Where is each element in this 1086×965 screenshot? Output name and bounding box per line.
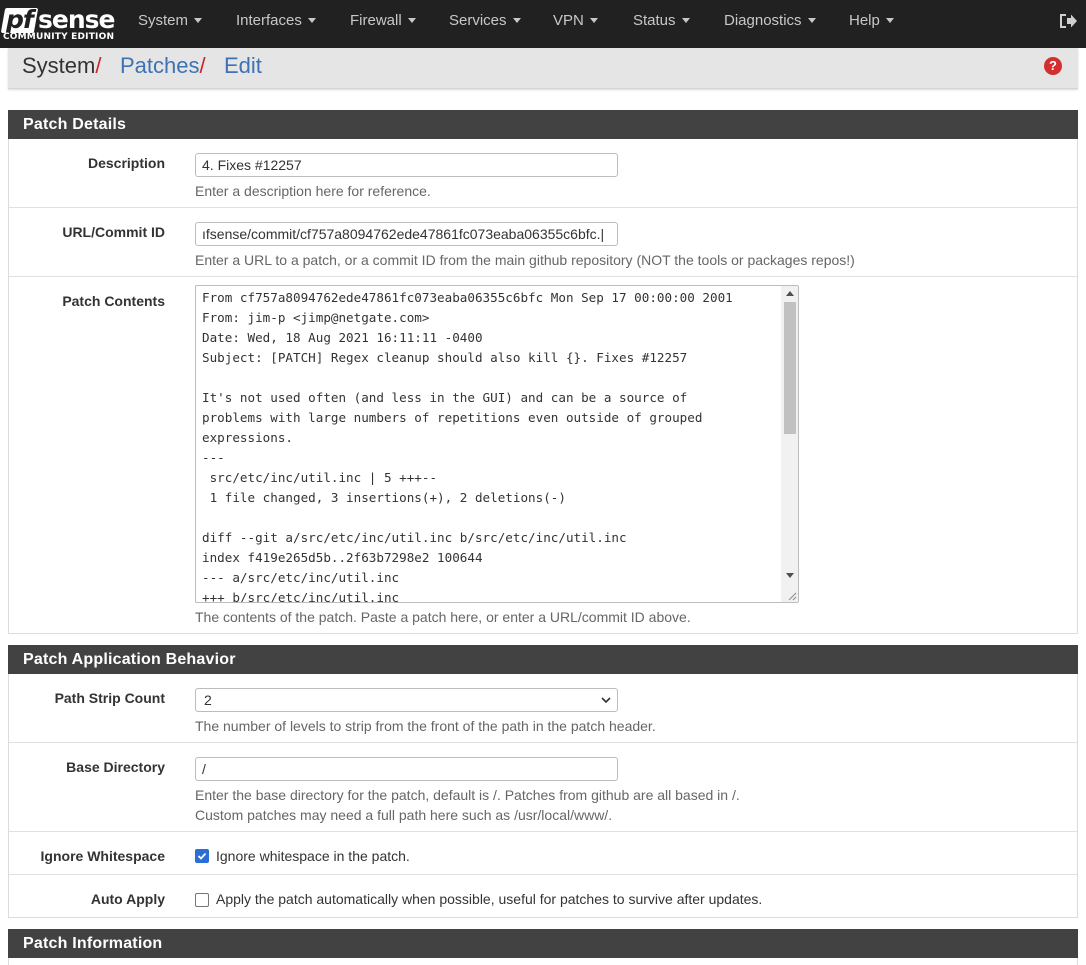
panel-title-patch-details: Patch Details [8, 110, 1078, 139]
patch-line: --- a/src/etc/inc/util.inc [202, 570, 400, 585]
breadcrumb-patches[interactable]: Patches/ [120, 52, 206, 80]
logo-sense-text: sense [38, 5, 115, 34]
patch-line: +++ b/src/etc/inc/util.inc [202, 590, 400, 603]
patch-line [202, 368, 733, 388]
strip-count-hint: The number of levels to strip from the f… [195, 718, 656, 734]
auto-apply-label: Auto Apply [90, 891, 165, 907]
nav-firewall[interactable]: Firewall [350, 0, 416, 48]
strip-count-select[interactable]: 2 [195, 688, 618, 712]
logo-pf-text: pf [6, 5, 34, 34]
base-directory-input[interactable]: / [195, 757, 618, 781]
question-circle-icon[interactable]: ? [1044, 57, 1062, 75]
ignore-whitespace-row: Ignore Whitespace Ignore whitespace in t… [9, 831, 1077, 875]
breadcrumb: System/ Patches/ Edit ? [8, 48, 1078, 89]
url-row: URL/Commit ID ıfsense/commit/cf757a80947… [9, 207, 1077, 277]
panel-patch-information [8, 958, 1078, 965]
caret-down-icon [681, 18, 690, 23]
patch-line: From cf757a8094762ede47861fc073eaba06355… [202, 290, 733, 305]
panel-title-patch-behavior: Patch Application Behavior [8, 645, 1078, 674]
caret-down-icon [589, 18, 598, 23]
nav-firewall-label: Firewall [350, 12, 402, 29]
description-row: Description 4. Fixes #12257 Enter a desc… [9, 139, 1077, 208]
url-commit-input[interactable]: ıfsense/commit/cf757a8094762ede47861fc07… [195, 222, 618, 246]
scrollbar-thumb[interactable] [784, 302, 796, 434]
patch-line: It's not used often (and less in the GUI… [202, 390, 688, 405]
nav-interfaces-label: Interfaces [236, 12, 302, 29]
patch-line: src/etc/inc/util.inc | 5 +++-- [202, 470, 438, 485]
nav-vpn[interactable]: VPN [553, 0, 598, 48]
patch-line: 1 file changed, 3 insertions(+), 2 delet… [202, 490, 566, 505]
breadcrumb-separator: / [199, 53, 206, 78]
nav-services-label: Services [449, 12, 507, 29]
logo-edition-text: COMMUNITY EDITION [3, 32, 115, 42]
patch-contents-textarea[interactable]: From cf757a8094762ede47861fc073eaba06355… [195, 285, 799, 603]
url-hint: Enter a URL to a patch, or a commit ID f… [195, 252, 855, 268]
top-navbar: pf sense COMMUNITY EDITION System Interf… [0, 0, 1086, 48]
nav-system-label: System [138, 12, 189, 29]
ignore-whitespace-checkbox[interactable] [195, 849, 209, 863]
nav-system[interactable]: System [138, 0, 203, 48]
patch-line: diff --git a/src/etc/inc/util.inc b/src/… [202, 530, 627, 545]
auto-apply-text[interactable]: Apply the patch automatically when possi… [216, 890, 762, 908]
patch-line: problems with large numbers of repetitio… [202, 410, 703, 425]
nav-diagnostics[interactable]: Diagnostics [724, 0, 816, 48]
panel-patch-details: Description 4. Fixes #12257 Enter a desc… [8, 139, 1078, 634]
nav-vpn-label: VPN [553, 12, 584, 29]
caret-down-icon [194, 18, 203, 23]
strip-count-label: Path Strip Count [54, 690, 165, 706]
breadcrumb-system[interactable]: System/ [22, 52, 101, 80]
breadcrumb-patches-label: Patches [120, 53, 200, 78]
patch-contents-row: Patch Contents From cf757a8094762ede4786… [9, 276, 1077, 633]
url-label: URL/Commit ID [62, 224, 165, 240]
caret-down-icon [885, 18, 894, 23]
breadcrumb-system-label: System [22, 53, 96, 78]
strip-count-row: Path Strip Count 2 The number of levels … [9, 674, 1077, 743]
base-directory-hint-2: Custom patches may need a full path here… [195, 807, 613, 823]
caret-down-icon [307, 18, 316, 23]
nav-services[interactable]: Services [449, 0, 521, 48]
panel-patch-behavior: Path Strip Count 2 The number of levels … [8, 674, 1078, 918]
description-label: Description [87, 155, 165, 171]
textarea-scrollbar[interactable] [781, 286, 798, 602]
scroll-down-arrow-icon[interactable] [786, 573, 794, 578]
auto-apply-row: Auto Apply Apply the patch automatically… [9, 874, 1077, 917]
caret-down-icon [807, 18, 816, 23]
breadcrumb-separator: / [95, 53, 102, 78]
ignore-whitespace-text[interactable]: Ignore whitespace in the patch. [216, 847, 410, 865]
caret-down-icon [512, 18, 521, 23]
nav-help-label: Help [849, 12, 880, 29]
description-hint: Enter a description here for reference. [195, 183, 431, 199]
base-directory-label: Base Directory [66, 759, 165, 775]
base-directory-hint: Enter the base directory for the patch, … [195, 787, 740, 803]
nav-help[interactable]: Help [849, 0, 894, 48]
nav-interfaces[interactable]: Interfaces [236, 0, 316, 48]
nav-diagnostics-label: Diagnostics [724, 12, 802, 29]
patch-line: expressions. [202, 430, 293, 445]
nav-status[interactable]: Status [633, 0, 690, 48]
base-directory-row: Base Directory / Enter the base director… [9, 742, 1077, 832]
strip-count-value: 2 [204, 692, 212, 708]
sign-out-icon[interactable] [1058, 12, 1078, 30]
patch-contents-text: From cf757a8094762ede47861fc073eaba06355… [202, 288, 733, 603]
patch-contents-hint: The contents of the patch. Paste a patch… [195, 609, 691, 625]
pfsense-logo[interactable]: pf sense COMMUNITY EDITION [0, 5, 115, 45]
checkmark-icon [197, 852, 207, 860]
patch-line: Date: Wed, 18 Aug 2021 16:11:11 -0400 [202, 330, 483, 345]
patch-line: Subject: [PATCH] Regex cleanup should al… [202, 350, 688, 365]
patch-contents-label: Patch Contents [62, 293, 165, 309]
chevron-down-icon [601, 697, 611, 704]
scroll-up-arrow-icon[interactable] [786, 291, 794, 296]
auto-apply-checkbox[interactable] [195, 893, 209, 907]
patch-line: index f419e265d5b..2f63b7298e2 100644 [202, 550, 483, 565]
patch-line [202, 508, 733, 528]
breadcrumb-edit[interactable]: Edit [224, 52, 262, 80]
nav-status-label: Status [633, 12, 676, 29]
panel-title-patch-information: Patch Information [8, 929, 1078, 958]
ignore-whitespace-label: Ignore Whitespace [40, 848, 165, 864]
patch-line: --- [202, 450, 225, 465]
patch-line: From: jim-p <jimp@netgate.com> [202, 310, 430, 325]
resize-grip-icon[interactable] [787, 591, 797, 601]
caret-down-icon [407, 18, 416, 23]
description-input[interactable]: 4. Fixes #12257 [195, 153, 618, 177]
